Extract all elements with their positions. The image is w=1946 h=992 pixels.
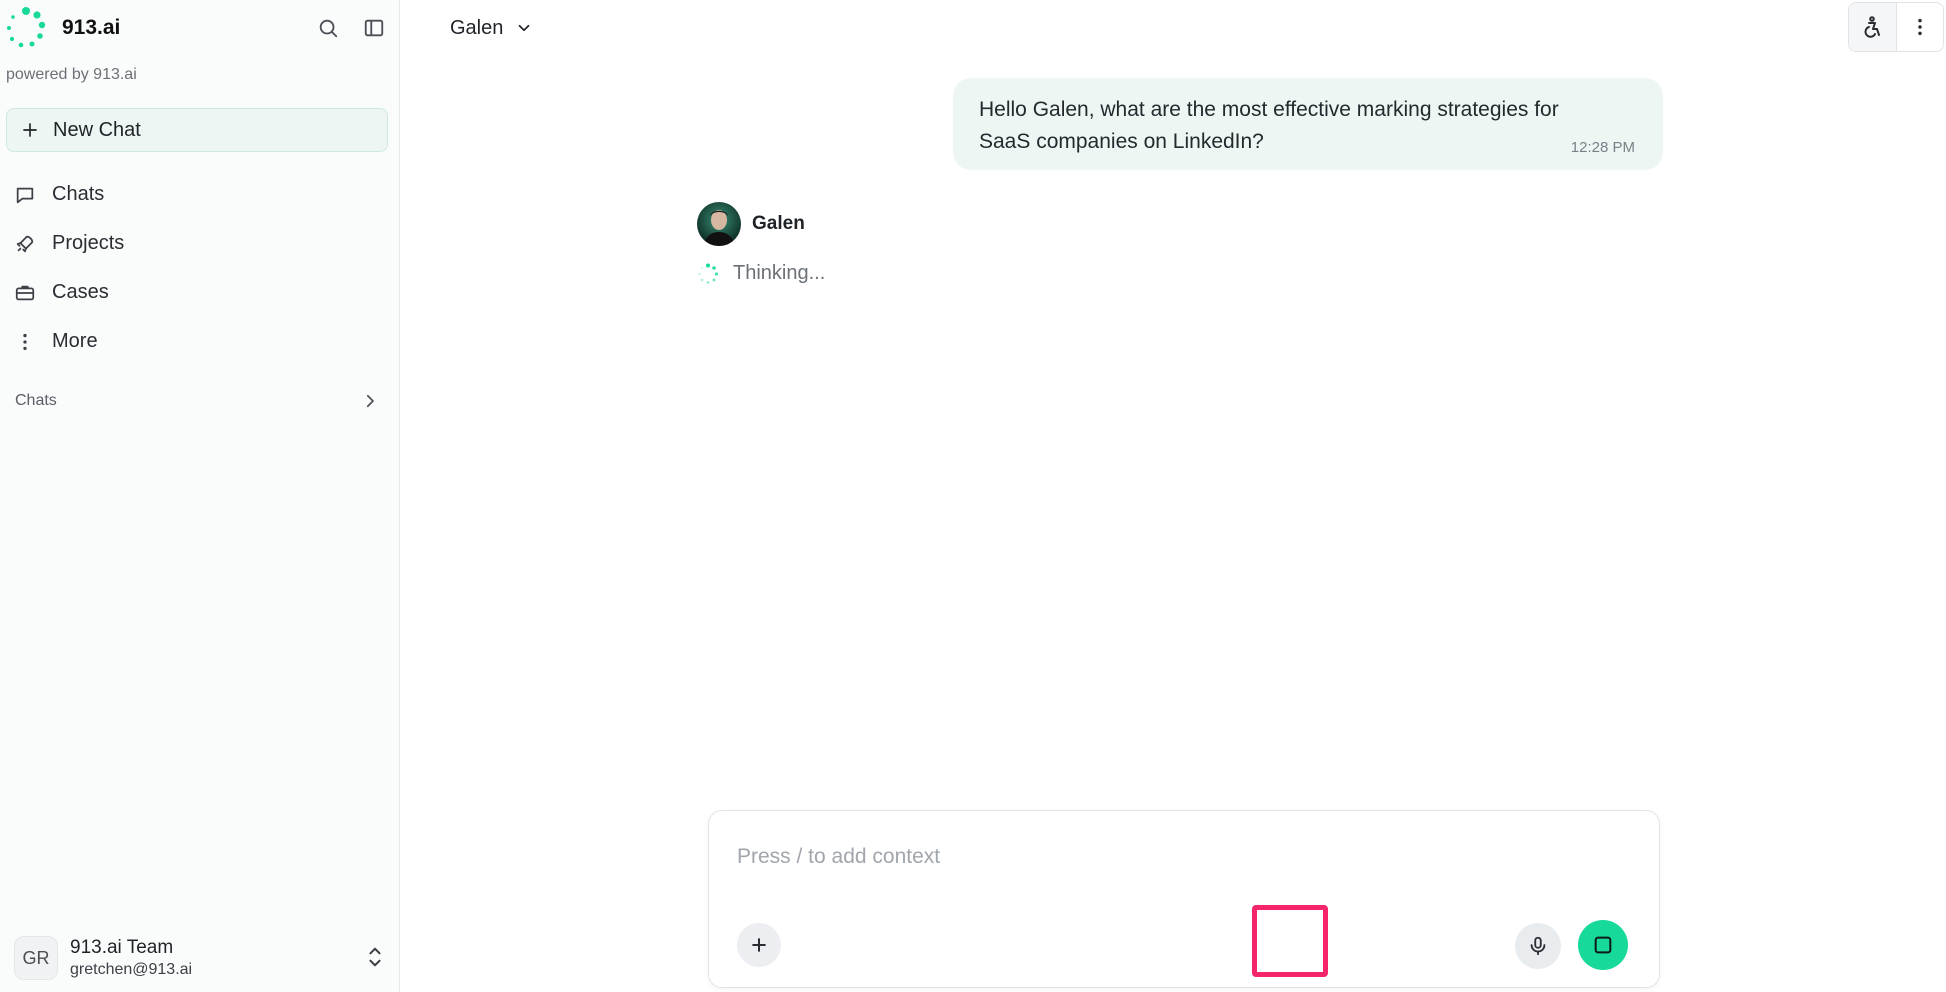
agent-selector-label: Galen (450, 16, 504, 39)
thinking-label: Thinking... (733, 262, 826, 284)
sidebar-toggle-icon (364, 19, 384, 37)
sidebar-item-projects[interactable]: Projects (14, 219, 386, 268)
briefcase-icon (14, 282, 36, 304)
rocket-icon (14, 233, 36, 255)
stop-square-icon (1594, 936, 1612, 954)
user-info: 913.ai Team gretchen@913.ai (70, 937, 192, 979)
accessibility-button[interactable] (1849, 3, 1897, 51)
sidebar: 913.ai powered by 913.ai New Chat Chats (0, 0, 400, 992)
plus-icon (23, 123, 37, 137)
loading-spinner-icon (698, 263, 719, 284)
chats-section-title: Chats (15, 392, 57, 409)
add-attachment-button[interactable] (737, 923, 781, 967)
chevron-right-icon (366, 394, 374, 408)
search-icon (319, 19, 338, 38)
chat-main: Galen Hello Galen, what are the most eff… (400, 0, 1946, 992)
message-input[interactable] (737, 839, 1617, 875)
brand: 913.ai (4, 4, 396, 52)
user-message-text: Hello Galen, what are the most effective… (979, 98, 1559, 153)
plus-icon (752, 938, 766, 952)
more-vertical-icon (1918, 18, 1922, 36)
sidebar-item-label: Chats (52, 183, 105, 205)
top-actions (1848, 2, 1944, 52)
powered-by: powered by 913.ai (6, 66, 137, 83)
assistant-name: Galen (752, 213, 805, 234)
sidebar-item-more[interactable]: More (14, 317, 386, 366)
more-vertical-icon (14, 331, 36, 353)
message-timestamp: 12:28 PM (1570, 139, 1635, 156)
sidebar-item-chats[interactable]: Chats (14, 170, 386, 219)
sidebar-item-label: Projects (52, 232, 125, 254)
message-composer (708, 810, 1660, 988)
sidebar-toggle-button[interactable] (360, 14, 388, 42)
avatar: GR (14, 936, 58, 980)
brand-logo-icon (7, 7, 46, 48)
user-message-bubble: Hello Galen, what are the most effective… (953, 78, 1663, 170)
microphone-icon (1530, 936, 1546, 956)
sidebar-actions (314, 14, 388, 42)
user-menu[interactable]: GR 913.ai Team gretchen@913.ai (14, 932, 386, 984)
agent-selector[interactable]: Galen (450, 12, 533, 44)
user-name: 913.ai Team (70, 937, 174, 958)
new-chat-label: New Chat (53, 118, 141, 141)
chat-bubble-icon (14, 184, 36, 206)
app-window: 913.ai powered by 913.ai New Chat Chats (0, 0, 1946, 992)
voice-input-button[interactable] (1515, 923, 1561, 969)
chevron-up-down-icon (369, 947, 381, 967)
chevron-down-icon (519, 24, 530, 32)
brand-name: 913.ai (62, 16, 121, 39)
search-button[interactable] (314, 14, 342, 42)
thinking-indicator: Thinking... (697, 262, 825, 285)
stop-generation-button[interactable] (1578, 920, 1628, 970)
sidebar-item-cases[interactable]: Cases (14, 268, 386, 317)
sidebar-item-label: More (52, 330, 98, 352)
user-email: gretchen@913.ai (70, 961, 193, 978)
accessibility-icon (1864, 16, 1881, 38)
assistant-header: Galen (697, 202, 805, 246)
assistant-avatar (697, 202, 741, 246)
sidebar-item-label: Cases (52, 281, 109, 303)
sidebar-nav: Chats Projects Cases More (14, 170, 386, 366)
chats-section-header[interactable]: Chats (15, 388, 379, 414)
more-options-button[interactable] (1897, 3, 1944, 51)
new-chat-button[interactable]: New Chat (6, 108, 388, 152)
